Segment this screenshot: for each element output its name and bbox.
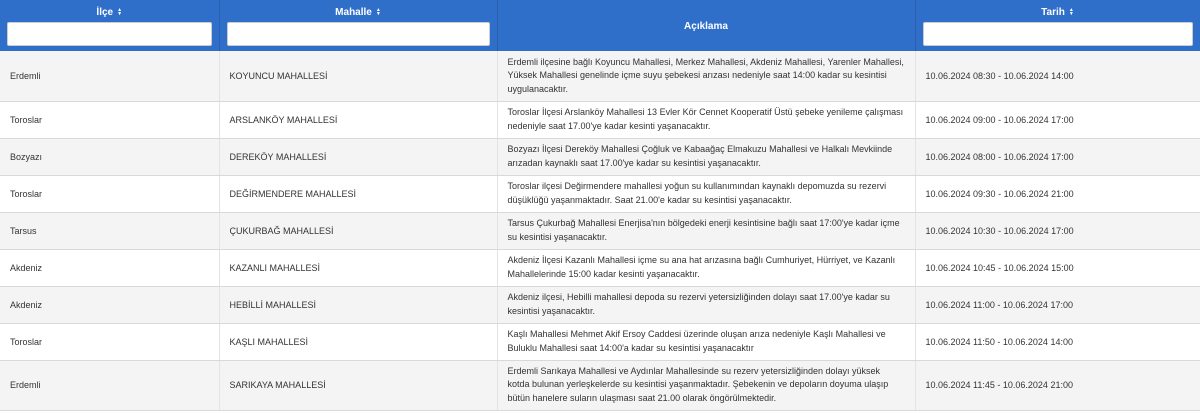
table-row: Bozyazı DEREKÖY MAHALLESİ Bozyazı İlçesi…	[0, 138, 1200, 176]
cell-tarih: 10.06.2024 08:30 - 10.06.2024 14:00	[915, 51, 1200, 102]
column-title-tarih: Tarih	[1041, 6, 1065, 18]
cell-tarih: 10.06.2024 08:00 - 10.06.2024 17:00	[915, 138, 1200, 176]
column-title-mahalle: Mahalle	[335, 6, 372, 18]
cell-aciklama: Toroslar ilçesi Değirmendere mahallesi y…	[497, 175, 916, 213]
cell-aciklama: Bozyazı İlçesi Dereköy Mahallesi Çoğluk …	[497, 138, 916, 176]
cell-ilce: Bozyazı	[0, 138, 220, 176]
cell-mahalle: SARIKAYA MAHALLESİ	[219, 360, 498, 411]
column-title-ilce: İlçe	[96, 6, 114, 18]
column-header-ilce[interactable]: İlçe ▲ ▼	[0, 0, 220, 51]
outage-table: İlçe ▲ ▼ Mahalle ▲ ▼ Açıklama Tarih ▲ ▼ …	[0, 0, 1200, 411]
cell-tarih: 10.06.2024 09:00 - 10.06.2024 17:00	[915, 101, 1200, 139]
sort-icon[interactable]: ▲ ▼	[1069, 8, 1074, 17]
cell-mahalle: HEBİLLİ MAHALLESİ	[219, 286, 498, 324]
cell-aciklama: Kaşlı Mahallesi Mehmet Akif Ersoy Caddes…	[497, 323, 916, 361]
cell-tarih: 10.06.2024 09:30 - 10.06.2024 21:00	[915, 175, 1200, 213]
table-row: Erdemli KOYUNCU MAHALLESİ Erdemli ilçesi…	[0, 51, 1200, 102]
table-row: Akdeniz HEBİLLİ MAHALLESİ Akdeniz ilçesi…	[0, 286, 1200, 324]
table-row: Akdeniz KAZANLI MAHALLESİ Akdeniz İlçesi…	[0, 249, 1200, 287]
cell-mahalle: DEĞİRMENDERE MAHALLESİ	[219, 175, 498, 213]
column-title-aciklama: Açıklama	[684, 20, 728, 32]
cell-ilce: Toroslar	[0, 101, 220, 139]
cell-mahalle: KAŞLI MAHALLESİ	[219, 323, 498, 361]
cell-tarih: 10.06.2024 11:45 - 10.06.2024 21:00	[915, 360, 1200, 411]
cell-ilce: Akdeniz	[0, 249, 220, 287]
table-row: Toroslar DEĞİRMENDERE MAHALLESİ Toroslar…	[0, 175, 1200, 213]
column-header-tarih[interactable]: Tarih ▲ ▼	[915, 0, 1200, 51]
cell-tarih: 10.06.2024 10:45 - 10.06.2024 15:00	[915, 249, 1200, 287]
cell-aciklama: Erdemli ilçesine bağlı Koyuncu Mahallesi…	[497, 51, 916, 102]
cell-mahalle: KAZANLI MAHALLESİ	[219, 249, 498, 287]
ilce-filter-input[interactable]	[7, 22, 212, 46]
cell-ilce: Erdemli	[0, 51, 220, 102]
cell-aciklama: Akdeniz İlçesi Kazanlı Mahallesi içme su…	[497, 249, 916, 287]
sort-icon[interactable]: ▲ ▼	[117, 8, 122, 17]
table-row: Toroslar KAŞLI MAHALLESİ Kaşlı Mahallesi…	[0, 323, 1200, 361]
cell-mahalle: ÇUKURBAĞ MAHALLESİ	[219, 212, 498, 250]
cell-tarih: 10.06.2024 11:00 - 10.06.2024 17:00	[915, 286, 1200, 324]
cell-ilce: Erdemli	[0, 360, 220, 411]
cell-aciklama: Akdeniz ilçesi, Hebilli mahallesi depoda…	[497, 286, 916, 324]
cell-aciklama: Erdemli Sarıkaya Mahallesi ve Aydınlar M…	[497, 360, 916, 411]
cell-mahalle: ARSLANKÖY MAHALLESİ	[219, 101, 498, 139]
tarih-filter-input[interactable]	[922, 22, 1193, 46]
column-header-aciklama: Açıklama	[497, 0, 916, 51]
table-row: Toroslar ARSLANKÖY MAHALLESİ Toroslar İl…	[0, 101, 1200, 139]
sort-icon[interactable]: ▲ ▼	[376, 8, 381, 17]
cell-ilce: Akdeniz	[0, 286, 220, 324]
cell-aciklama: Tarsus Çukurbağ Mahallesi Enerjisa'nın b…	[497, 212, 916, 250]
cell-mahalle: KOYUNCU MAHALLESİ	[219, 51, 498, 102]
cell-tarih: 10.06.2024 11:50 - 10.06.2024 14:00	[915, 323, 1200, 361]
table-row: Erdemli SARIKAYA MAHALLESİ Erdemli Sarık…	[0, 360, 1200, 411]
cell-ilce: Toroslar	[0, 175, 220, 213]
cell-aciklama: Toroslar İlçesi Arslanköy Mahallesi 13 E…	[497, 101, 916, 139]
cell-ilce: Toroslar	[0, 323, 220, 361]
column-header-mahalle[interactable]: Mahalle ▲ ▼	[219, 0, 498, 51]
table-row: Tarsus ÇUKURBAĞ MAHALLESİ Tarsus Çukurba…	[0, 212, 1200, 250]
table-header-row: İlçe ▲ ▼ Mahalle ▲ ▼ Açıklama Tarih ▲ ▼	[0, 0, 1200, 51]
mahalle-filter-input[interactable]	[226, 22, 490, 46]
cell-tarih: 10.06.2024 10:30 - 10.06.2024 17:00	[915, 212, 1200, 250]
cell-mahalle: DEREKÖY MAHALLESİ	[219, 138, 498, 176]
cell-ilce: Tarsus	[0, 212, 220, 250]
